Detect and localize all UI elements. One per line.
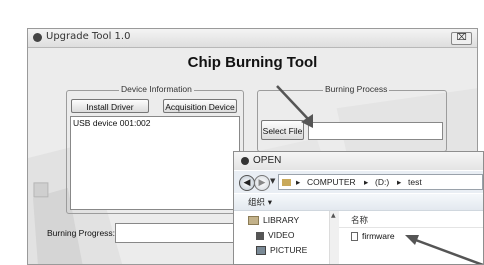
nav-item-video[interactable]: VIDEO <box>256 230 294 240</box>
select-file-button[interactable]: Select File <box>261 120 304 140</box>
file-icon <box>351 232 358 242</box>
device-list[interactable]: USB device 001:002 <box>70 116 240 210</box>
dialog-title: OPEN <box>253 155 282 166</box>
forward-arrow-icon[interactable]: ▶ <box>254 175 270 191</box>
device-information-label: Device Information <box>119 84 194 94</box>
file-name: firmware <box>362 231 395 241</box>
title-bar: Upgrade Tool 1.0 ⌧ <box>28 29 477 48</box>
burning-process-label: Burning Process <box>323 84 390 94</box>
nav-item-picture[interactable]: PICTURE <box>256 245 308 256</box>
breadcrumb-computer[interactable]: COMPUTER <box>307 177 356 187</box>
pointer-arrow-annotation <box>405 235 483 264</box>
picture-icon <box>256 246 266 256</box>
organize-menu-button[interactable]: 组织 ▾ <box>248 196 272 208</box>
nav-item-label: PICTURE <box>270 245 308 255</box>
dialog-title-bar: OPEN <box>234 152 483 170</box>
burning-process-group: Burning Process Select File <box>257 84 447 152</box>
file-item-firmware[interactable]: firmware <box>351 231 395 242</box>
list-item[interactable]: USB device 001:002 <box>71 117 239 129</box>
dialog-icon <box>241 157 249 165</box>
nav-item-label: LIBRARY <box>263 215 300 225</box>
install-driver-button[interactable]: Install Driver <box>71 99 149 113</box>
history-dropdown-icon[interactable]: ▼ <box>270 177 275 185</box>
file-path-field[interactable] <box>308 122 443 140</box>
navigation-pane: LIBRARY VIDEO PICTURE <box>234 211 329 264</box>
column-header-name[interactable]: 名称 <box>351 214 368 226</box>
acquisition-device-button[interactable]: Acquisition Device <box>163 99 237 113</box>
close-button[interactable]: ⌧ <box>451 32 472 45</box>
scroll-up-icon[interactable]: ▲ <box>331 212 336 219</box>
open-dialog: OPEN ◀ ▶ ▼ ▸ COMPUTER ▸ (D:) ▸ test 组织 ▾… <box>233 151 484 265</box>
video-icon <box>256 231 264 240</box>
nav-item-library[interactable]: LIBRARY <box>248 215 300 226</box>
app-icon <box>33 33 42 42</box>
breadcrumb-separator-icon: ▸ <box>397 177 402 187</box>
folder-icon <box>282 179 291 186</box>
burning-progress-bar <box>115 223 240 243</box>
device-information-group: Device Information Install Driver Acquis… <box>66 84 244 214</box>
breadcrumb-separator-icon: ▸ <box>364 177 369 187</box>
back-arrow-icon[interactable]: ◀ <box>239 175 255 191</box>
window-title: Upgrade Tool 1.0 <box>46 31 131 42</box>
breadcrumb-drive-d[interactable]: (D:) <box>375 177 389 187</box>
page-title: Chip Burning Tool <box>187 54 318 71</box>
library-icon <box>248 216 259 226</box>
nav-item-label: VIDEO <box>268 230 295 240</box>
address-bar[interactable]: ▸ COMPUTER ▸ (D:) ▸ test <box>278 174 483 190</box>
breadcrumb-test[interactable]: test <box>408 177 422 187</box>
breadcrumb-separator-icon: ▸ <box>296 177 301 187</box>
burning-progress-label: Burning Progress: <box>47 228 116 238</box>
address-row: ◀ ▶ ▼ ▸ COMPUTER ▸ (D:) ▸ test <box>234 171 483 193</box>
dialog-toolbar: 组织 ▾ <box>234 194 483 211</box>
file-list-pane: 名称 firmware <box>339 211 483 264</box>
column-divider <box>339 227 483 228</box>
